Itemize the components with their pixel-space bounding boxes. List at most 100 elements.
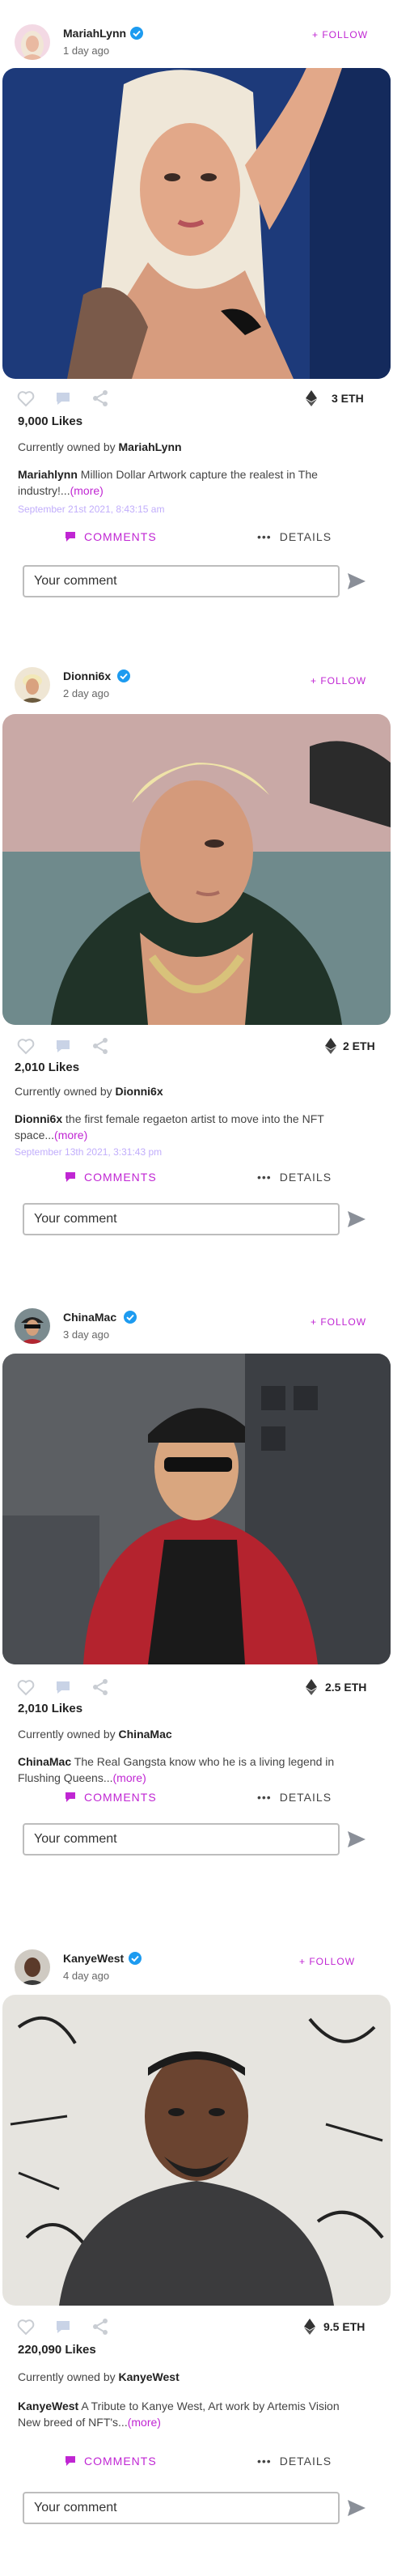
comment-bubble-icon[interactable] xyxy=(53,389,73,408)
avatar[interactable] xyxy=(15,667,50,703)
details-button[interactable]: ••• DETAILS xyxy=(257,1791,332,1804)
chat-icon xyxy=(66,1172,75,1182)
comments-button[interactable]: COMMENTS xyxy=(65,1791,157,1804)
comment-input[interactable] xyxy=(23,2492,340,2524)
post-age: 3 day ago xyxy=(63,1328,110,1341)
post-description: Mariahlynn Million Dollar Artwork captur… xyxy=(18,466,357,499)
verified-badge-icon xyxy=(124,1311,137,1324)
ownership-line: Currently owned by Dionni6x xyxy=(15,1085,163,1098)
more-link[interactable]: (more) xyxy=(54,1129,87,1141)
nft-feed: MariahLynn 1 day ago + FOLLOW 3 ETH 9,00… xyxy=(0,0,393,2576)
more-dots-icon: ••• xyxy=(257,1791,272,1804)
share-icon[interactable] xyxy=(91,389,110,408)
owner-name[interactable]: Dionni6x xyxy=(116,1085,163,1098)
share-icon[interactable] xyxy=(91,1036,110,1056)
share-icon[interactable] xyxy=(91,1677,110,1697)
description-user[interactable]: Dionni6x xyxy=(15,1112,62,1125)
chat-icon xyxy=(66,532,75,542)
owner-name[interactable]: MariahLynn xyxy=(119,440,182,453)
comment-input[interactable] xyxy=(23,1203,340,1235)
details-label: DETAILS xyxy=(279,530,332,543)
details-label: DETAILS xyxy=(279,2455,332,2468)
comments-label: COMMENTS xyxy=(84,1791,157,1804)
owned-prefix: Currently owned by xyxy=(15,1085,112,1098)
details-button[interactable]: ••• DETAILS xyxy=(257,1171,332,1184)
like-count: 2,010 Likes xyxy=(18,1702,83,1715)
comment-bubble-icon[interactable] xyxy=(53,1677,73,1697)
ethereum-icon xyxy=(325,1038,336,1054)
like-count: 2,010 Likes xyxy=(15,1061,80,1074)
comments-label: COMMENTS xyxy=(84,2455,157,2468)
nft-artwork-image[interactable] xyxy=(2,714,391,1025)
comment-bubble-icon[interactable] xyxy=(53,1036,73,1056)
ownership-line: Currently owned by ChinaMac xyxy=(18,1728,172,1741)
follow-button[interactable]: + FOLLOW xyxy=(311,1316,366,1328)
follow-button[interactable]: + FOLLOW xyxy=(312,29,368,40)
price: 2 ETH xyxy=(343,1039,375,1052)
heart-icon[interactable] xyxy=(16,1677,36,1697)
owner-name[interactable]: ChinaMac xyxy=(119,1728,172,1741)
chat-icon xyxy=(66,2456,75,2466)
details-button[interactable]: ••• DETAILS xyxy=(257,530,332,543)
like-count: 9,000 Likes xyxy=(18,414,83,428)
nft-artwork-image[interactable] xyxy=(2,1995,391,2306)
comments-label: COMMENTS xyxy=(84,530,157,543)
heart-icon[interactable] xyxy=(16,1036,36,1056)
owner-name[interactable]: KanyeWest xyxy=(119,2370,180,2383)
more-link[interactable]: (more) xyxy=(113,1771,146,1784)
more-dots-icon: ••• xyxy=(257,1171,272,1184)
price: 3 ETH xyxy=(332,392,364,405)
ethereum-icon xyxy=(306,1679,317,1695)
ethereum-icon xyxy=(306,390,317,406)
send-icon[interactable] xyxy=(346,1209,367,1229)
nft-artwork-image[interactable] xyxy=(2,1354,391,1664)
follow-button[interactable]: + FOLLOW xyxy=(299,1956,355,1967)
post-actions: 9.5 ETH xyxy=(0,2317,393,2336)
send-icon[interactable] xyxy=(346,572,367,591)
avatar[interactable] xyxy=(15,24,50,60)
more-link[interactable]: (more) xyxy=(70,484,104,497)
verified-badge-icon xyxy=(117,670,130,682)
price: 9.5 ETH xyxy=(323,2320,366,2333)
send-icon[interactable] xyxy=(346,1830,367,1849)
comments-button[interactable]: COMMENTS xyxy=(65,2455,157,2468)
username[interactable]: Dionni6x xyxy=(63,670,111,682)
more-link[interactable]: (more) xyxy=(128,2416,161,2429)
comment-input[interactable] xyxy=(23,565,340,597)
description-user[interactable]: KanyeWest xyxy=(18,2400,78,2412)
avatar[interactable] xyxy=(15,1949,50,1985)
post-description: Dionni6x the first female regaeton artis… xyxy=(15,1111,354,1143)
post-age: 4 day ago xyxy=(63,1970,110,1982)
username[interactable]: MariahLynn xyxy=(63,27,126,40)
post-actions: 2.5 ETH xyxy=(0,1677,393,1697)
comments-button[interactable]: COMMENTS xyxy=(65,530,157,543)
owned-prefix: Currently owned by xyxy=(18,1728,116,1741)
more-dots-icon: ••• xyxy=(257,530,272,543)
like-count: 220,090 Likes xyxy=(18,2343,96,2357)
post-timestamp: September 13th 2021, 3:31:43 pm xyxy=(15,1146,163,1158)
post-description: KanyeWest A Tribute to Kanye West, Art w… xyxy=(18,2398,357,2430)
username[interactable]: ChinaMac xyxy=(63,1311,116,1324)
share-icon[interactable] xyxy=(91,2317,110,2336)
comments-button[interactable]: COMMENTS xyxy=(65,1171,157,1184)
comment-bubble-icon[interactable] xyxy=(53,2317,73,2336)
verified-badge-icon xyxy=(129,1952,142,1965)
chat-icon xyxy=(66,1792,75,1802)
heart-icon[interactable] xyxy=(16,389,36,408)
description-user[interactable]: Mariahlynn xyxy=(18,468,78,481)
post-age: 2 day ago xyxy=(63,687,110,699)
description-user[interactable]: ChinaMac xyxy=(18,1755,71,1768)
post-actions: 3 ETH xyxy=(0,389,393,408)
heart-icon[interactable] xyxy=(16,2317,36,2336)
nft-artwork-image[interactable] xyxy=(2,68,391,379)
send-icon[interactable] xyxy=(346,2498,367,2518)
comment-input[interactable] xyxy=(23,1823,340,1855)
ownership-line: Currently owned by KanyeWest xyxy=(18,2370,180,2383)
follow-button[interactable]: + FOLLOW xyxy=(311,675,366,687)
owned-prefix: Currently owned by xyxy=(18,440,116,453)
details-label: DETAILS xyxy=(279,1171,332,1184)
avatar[interactable] xyxy=(15,1308,50,1344)
details-button[interactable]: ••• DETAILS xyxy=(257,2455,332,2468)
username[interactable]: KanyeWest xyxy=(63,1952,124,1965)
post-timestamp: September 21st 2021, 8:43:15 am xyxy=(18,504,165,515)
